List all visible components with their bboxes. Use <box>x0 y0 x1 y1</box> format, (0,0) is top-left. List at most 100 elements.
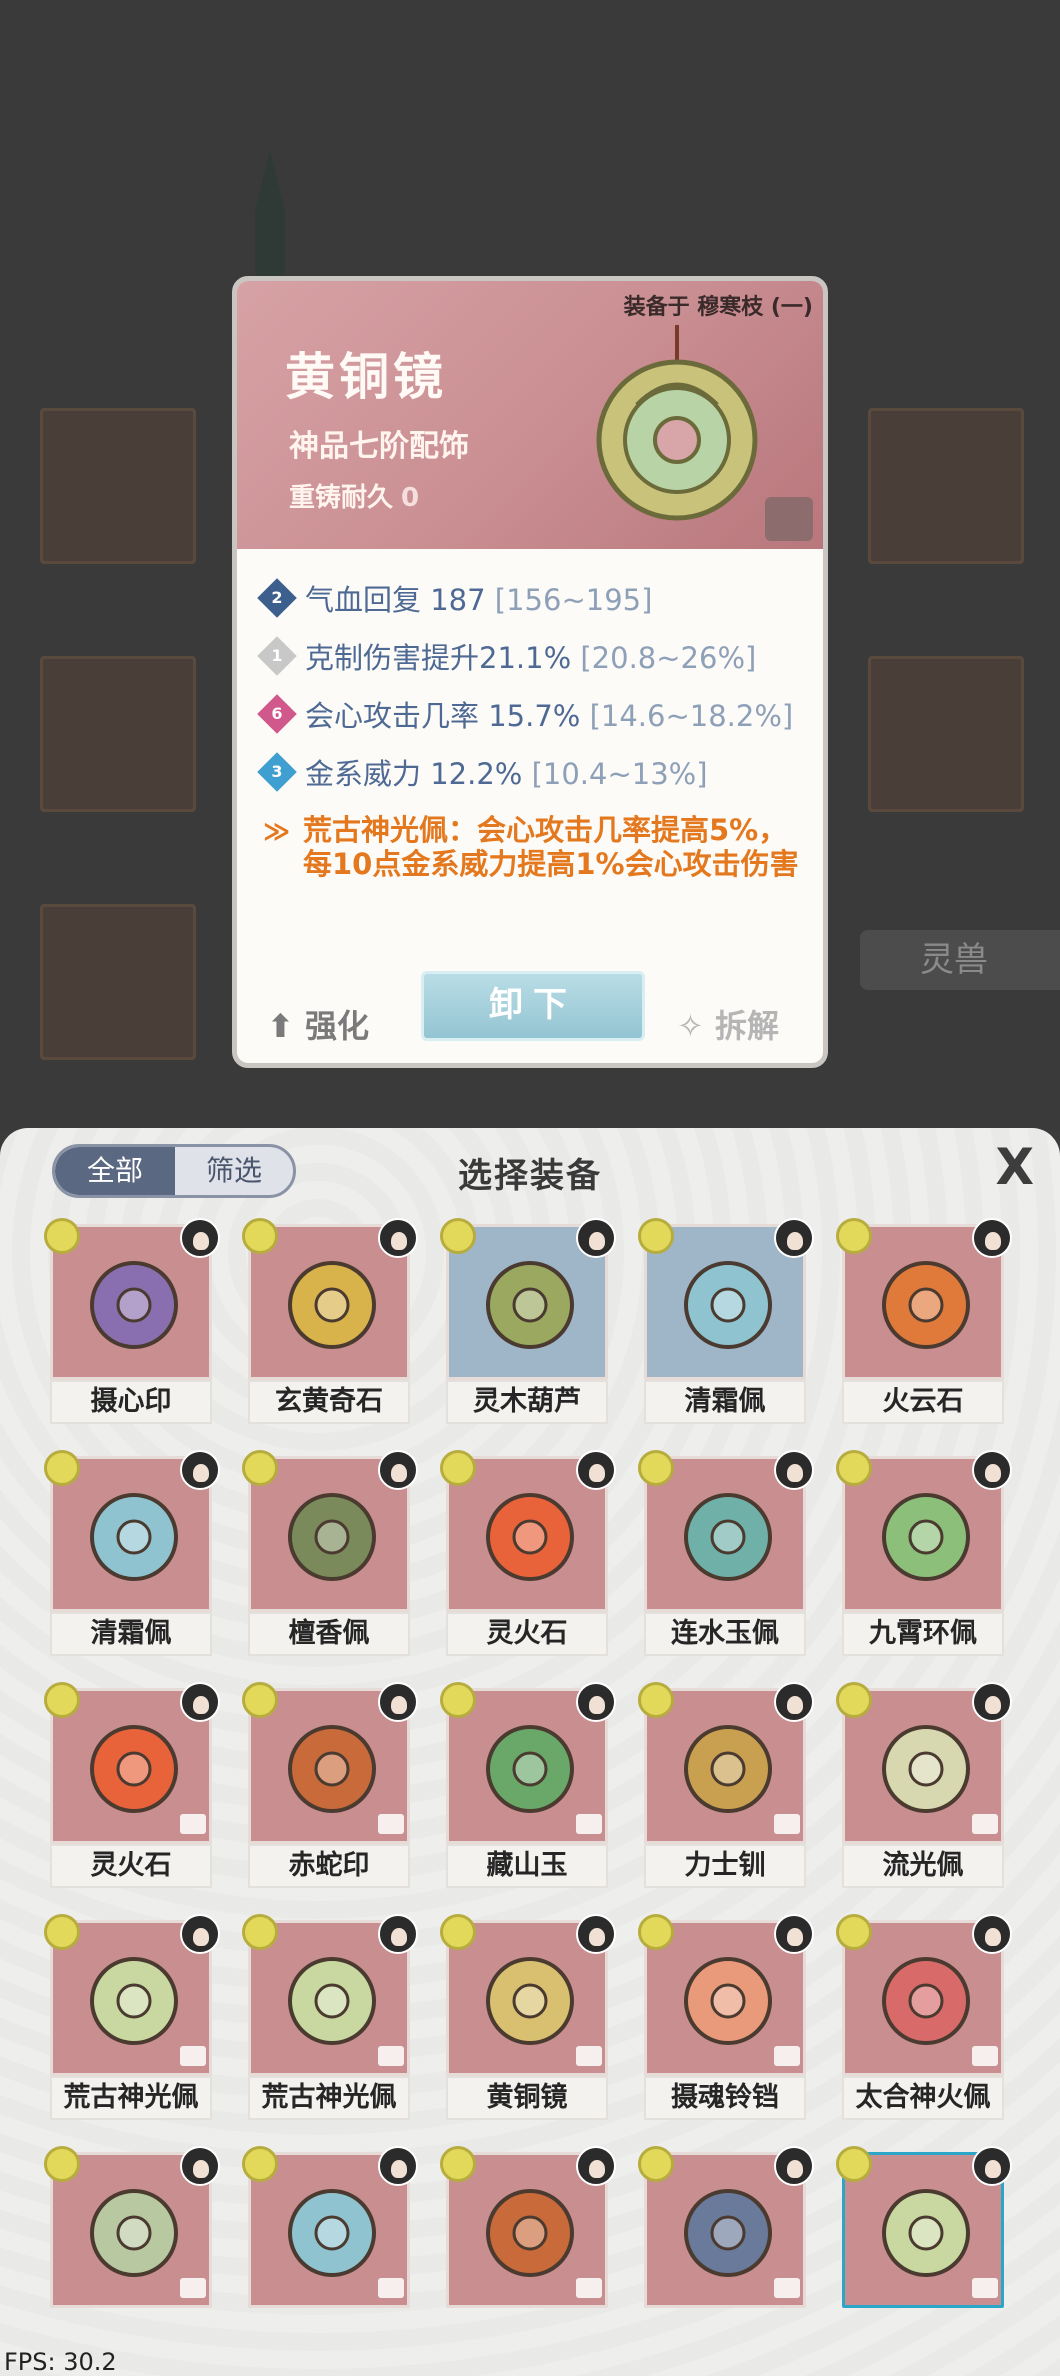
owner-avatar <box>972 1914 1012 1954</box>
equipment-name: 连水玉佩 <box>644 1612 806 1656</box>
equipment-name: 火云石 <box>842 1380 1004 1424</box>
element-icon <box>44 2146 80 2182</box>
equipment-name: 太合神火佩 <box>842 2076 1004 2120</box>
equipment-name: 清霜佩 <box>644 1380 806 1424</box>
equipment-name: 力士钏 <box>644 1844 806 1888</box>
spirit-beast-tab[interactable]: 灵兽 <box>860 930 1060 990</box>
equipment-tile[interactable]: 灵木葫芦 <box>440 1218 616 1424</box>
equipment-tile[interactable]: 黄铜镜 <box>440 1914 616 2120</box>
equipment-tile[interactable]: 太合神火佩 <box>836 1914 1012 2120</box>
equipment-tile[interactable]: 清霜佩 <box>44 1450 220 1656</box>
owner-avatar <box>576 1450 616 1490</box>
equipment-name: 摄魂铃铛 <box>644 2076 806 2120</box>
owner-avatar <box>576 1914 616 1954</box>
unequip-button[interactable]: 卸下 <box>421 971 645 1041</box>
lock-icon <box>972 1814 998 1834</box>
element-icon <box>44 1450 80 1486</box>
lock-icon <box>180 1814 206 1834</box>
lock-icon <box>774 2278 800 2298</box>
owner-avatar <box>972 2146 1012 2186</box>
lock-icon <box>180 2046 206 2066</box>
element-icon <box>638 1450 674 1486</box>
equipment-slot[interactable] <box>868 656 1024 812</box>
equipment-tile[interactable]: 力士钏 <box>638 1682 814 1888</box>
equipment-select-panel: 全部 筛选 选择装备 X 摄心印 玄黄奇石 灵木葫芦 清霜佩 火云石 清霜佩 檀香佩 灵火石连… <box>0 1128 1060 2376</box>
attribute-badge-icon: 1 <box>257 636 297 676</box>
equipment-tile[interactable]: 九霄环佩 <box>836 1450 1012 1656</box>
equipment-tile[interactable]: 流光佩 <box>836 1682 1012 1888</box>
dismantle-button[interactable]: ✧ 拆解 <box>677 1001 779 1047</box>
equipment-tile[interactable]: 灵火石 <box>44 1682 220 1888</box>
equipment-name: 灵木葫芦 <box>446 1380 608 1424</box>
lock-icon[interactable] <box>765 497 813 541</box>
item-name: 黄铜镜 <box>285 347 447 406</box>
equipment-name: 藏山玉 <box>446 1844 608 1888</box>
equipment-name: 荒古神光佩 <box>248 2076 410 2120</box>
enhance-button[interactable]: ⬆ 强化 <box>267 1001 369 1047</box>
lock-icon <box>180 2278 206 2298</box>
equipment-name: 灵火石 <box>446 1612 608 1656</box>
equipment-tile[interactable]: 藏山玉 <box>440 1682 616 1888</box>
attribute-row: 3 金系威力 12.2% [10.4~13%] <box>257 751 708 793</box>
element-icon <box>242 2146 278 2182</box>
dismantle-icon: ✧ <box>677 1007 715 1045</box>
owner-avatar <box>576 1682 616 1722</box>
owner-avatar <box>774 1682 814 1722</box>
recast-durability: 重铸耐久 0 <box>289 477 419 514</box>
equipment-tile[interactable]: 连水玉佩 <box>638 1450 814 1656</box>
owner-avatar <box>378 1218 418 1258</box>
equipment-tile[interactable] <box>44 2146 220 2352</box>
set-effect-text: 荒古神光佩：会心攻击几率提高5%，每10点金系威力提高1%会心攻击伤害 <box>303 813 799 881</box>
element-icon <box>440 1450 476 1486</box>
equipment-tile[interactable] <box>242 2146 418 2352</box>
owner-avatar <box>972 1218 1012 1258</box>
set-icon: ≫ <box>263 817 291 847</box>
equipment-tile[interactable] <box>440 2146 616 2352</box>
lock-icon <box>576 1814 602 1834</box>
equipment-slot[interactable] <box>40 408 196 564</box>
owner-avatar <box>972 1682 1012 1722</box>
close-icon[interactable]: X <box>995 1142 1034 1192</box>
lock-icon <box>972 2278 998 2298</box>
equipment-tile[interactable]: 火云石 <box>836 1218 1012 1424</box>
element-icon <box>638 1914 674 1950</box>
owner-avatar <box>774 1218 814 1258</box>
equipment-name: 灵火石 <box>50 1844 212 1888</box>
equipment-name: 摄心印 <box>50 1380 212 1424</box>
element-icon <box>44 1218 80 1254</box>
equipment-tile[interactable]: 檀香佩 <box>242 1450 418 1656</box>
element-icon <box>440 1218 476 1254</box>
equipment-tile[interactable]: 灵火石 <box>440 1450 616 1656</box>
element-icon <box>836 1218 872 1254</box>
equipment-slot[interactable] <box>40 904 196 1060</box>
owner-avatar <box>576 1218 616 1258</box>
arrow-up-icon: ⬆ <box>267 1007 305 1045</box>
element-icon <box>638 2146 674 2182</box>
equipment-name: 九霄环佩 <box>842 1612 1004 1656</box>
attribute-badge-icon: 2 <box>257 578 297 618</box>
equipment-tile[interactable]: 荒古神光佩 <box>44 1914 220 2120</box>
equipment-name: 赤蛇印 <box>248 1844 410 1888</box>
owner-avatar <box>180 2146 220 2186</box>
equipment-name: 黄铜镜 <box>446 2076 608 2120</box>
equipment-tile[interactable]: 摄魂铃铛 <box>638 1914 814 2120</box>
lock-icon <box>378 1814 404 1834</box>
equipment-tile[interactable] <box>638 2146 814 2352</box>
equipment-slot[interactable] <box>868 408 1024 564</box>
element-icon <box>44 1682 80 1718</box>
equipment-tile[interactable]: 赤蛇印 <box>242 1682 418 1888</box>
element-icon <box>836 1682 872 1718</box>
element-icon <box>836 1450 872 1486</box>
equipped-on-label: 装备于 穆寒枝 (一) <box>623 295 813 320</box>
equipment-tile[interactable]: 玄黄奇石 <box>242 1218 418 1424</box>
owner-avatar <box>378 1914 418 1954</box>
equipment-tile[interactable] <box>836 2146 1012 2352</box>
owner-avatar <box>180 1218 220 1258</box>
equipment-tile[interactable]: 摄心印 <box>44 1218 220 1424</box>
equipment-tile[interactable]: 荒古神光佩 <box>242 1914 418 2120</box>
equipment-tile[interactable]: 清霜佩 <box>638 1218 814 1424</box>
element-icon <box>242 1914 278 1950</box>
lock-icon <box>972 2046 998 2066</box>
equipment-slot[interactable] <box>40 656 196 812</box>
owner-avatar <box>774 1914 814 1954</box>
